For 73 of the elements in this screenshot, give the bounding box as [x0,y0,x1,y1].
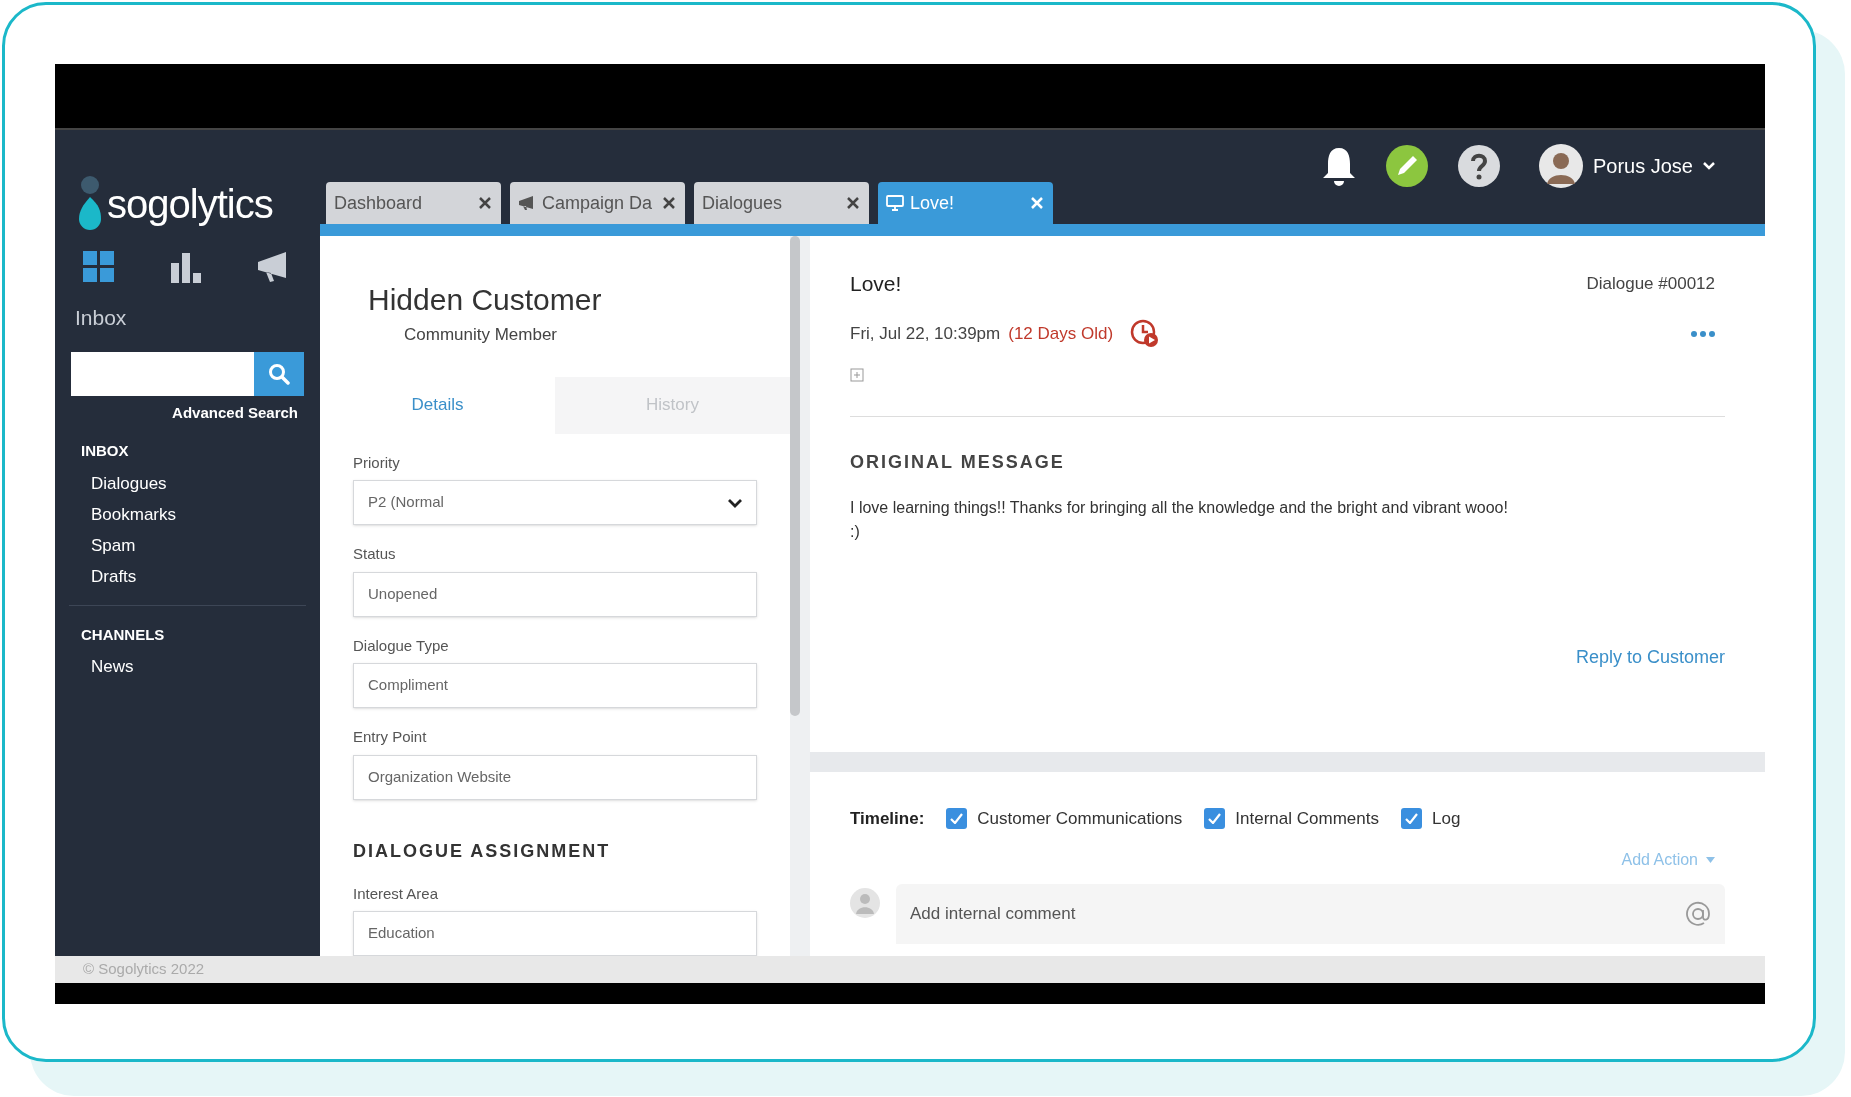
check-icon [950,813,964,825]
field-label: Priority [353,452,401,473]
field-label: Entry Point [353,727,428,747]
comment-field[interactable]: Add internal comment [896,883,1725,944]
tab[interactable]: Campaign Da [510,182,685,224]
tab-label: Dashboard [334,191,424,215]
reply-link[interactable]: Reply to Customer [1575,643,1725,671]
dialogue-number: Dialogue #00012 [1586,273,1715,295]
grid-icon[interactable] [83,251,115,283]
copyright-text: © Sogolytics 2022 [83,959,205,980]
logo-text: sogolytics [107,184,273,224]
message-text: :) [850,521,861,542]
field-label: Interest Area [353,883,440,904]
more-icon[interactable] [1691,330,1715,337]
close-icon[interactable] [847,197,859,209]
section-heading: ORIGINAL MESSAGE [850,450,1066,474]
avatar [850,887,880,918]
pencil-icon[interactable] [1384,144,1429,188]
close-icon[interactable] [479,197,491,209]
sidebar-item[interactable]: Bookmarks [69,493,306,525]
tab[interactable]: Dashboard [326,182,501,224]
timeline-label: Timeline: [850,808,925,830]
message-text: I love learning things!! Thanks for bringing all the knowledge and the bright and vibrant wooo! [850,497,1509,518]
chevron-down-icon[interactable] [1703,162,1715,170]
sidebar-item[interactable]: Spam [69,524,306,556]
caret-icon [1706,856,1715,863]
check-icon [1208,813,1222,825]
search-field[interactable] [71,351,254,396]
text-field[interactable]: Compliment [353,663,757,708]
sidebar-item[interactable]: News [69,646,306,677]
user-name[interactable]: Porus Jose [1592,151,1693,181]
tab-label: Dialogues [702,191,784,215]
dialogue-title: Love! [850,271,902,297]
group-title: CHANNELS [80,624,166,645]
avatar[interactable] [1538,144,1583,188]
section-heading: DIALOGUE ASSIGNMENT [353,839,612,863]
checkbox-label: Log [1431,808,1461,830]
priority-dropdown[interactable]: P2 (Normal [353,480,757,525]
logo-icon [77,175,103,233]
text-field[interactable]: Organization Website [353,754,757,800]
monitor-icon [886,195,904,211]
close-icon[interactable] [663,197,675,209]
sidebar-item[interactable]: Dialogues [69,462,306,494]
text-field[interactable]: Education [353,911,757,956]
scrollbar[interactable] [790,236,800,716]
tab-label: Campaign Da [542,191,654,215]
tab[interactable]: Love! [878,182,1053,224]
checkbox-label: Internal Comments [1235,808,1379,830]
checkbox[interactable] [1204,808,1226,830]
checkbox-label: Customer Communications [977,808,1183,830]
section-title: Inbox [74,305,128,331]
help-icon[interactable] [1456,144,1501,188]
search-icon [268,362,290,385]
checkbox[interactable] [1400,808,1422,830]
sidebar-item[interactable]: Drafts [69,555,306,587]
check-icon [1404,813,1418,825]
age-label: (12 Days Old) [1008,322,1114,345]
text-field[interactable]: Unopened [353,571,757,617]
tab[interactable]: Dialogues [694,182,869,224]
megaphone-icon [518,195,536,211]
bar-chart-icon[interactable] [168,251,203,283]
mention-icon[interactable] [1685,900,1711,927]
chevron-down-icon [728,497,742,508]
customer-role: Community Member [403,324,559,346]
dialogue-date: Fri, Jul 22, 10:39pm [850,322,1001,345]
field-label: Status [353,544,397,564]
search-button[interactable] [254,351,304,396]
tab-label: Love! [910,191,956,215]
checkbox[interactable] [946,808,968,830]
field-label: Dialogue Type [353,635,450,656]
advanced-search-link[interactable]: Advanced Search [172,401,298,424]
customer-name: Hidden Customer [368,282,603,318]
group-title: INBOX [80,441,130,461]
